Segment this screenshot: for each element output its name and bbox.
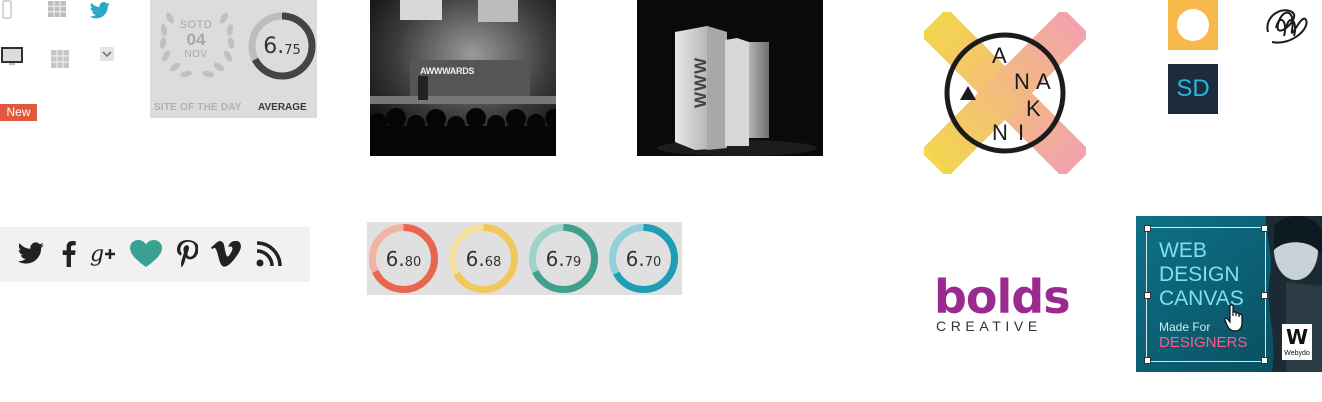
triangle-icon <box>960 86 976 100</box>
web-design-canvas-banner[interactable]: WEB DESIGN CANVAS Made For DESIGNERS W W… <box>1136 216 1322 372</box>
hand-cursor-icon <box>1224 304 1243 332</box>
new-badge: New <box>0 104 37 121</box>
sotd-month: NOV <box>184 49 208 60</box>
average-score-ring: 6. 75 <box>247 11 317 81</box>
grid-icon[interactable] <box>47 0 67 18</box>
score-rings-strip: 6. 80 6. 68 6. 79 6. 70 <box>367 222 682 295</box>
webydo-name: Webydo <box>1284 350 1310 357</box>
score-value: 6. 68 <box>465 246 502 271</box>
site-of-the-day-caption: SITE OF THE DAY <box>154 102 242 113</box>
trophy-text: WWW <box>691 56 710 108</box>
social-share-bar: g <box>0 227 310 282</box>
score-ring-creativity[interactable]: 6. 79 <box>527 222 600 295</box>
sotd-day: 04 <box>186 30 206 49</box>
signature-logo[interactable] <box>1262 2 1314 50</box>
resize-handle[interactable] <box>1144 357 1151 364</box>
score-value: 6. 70 <box>625 246 662 271</box>
stage-banner-text: AWWWARDS <box>420 66 475 76</box>
vimeo-icon[interactable] <box>209 237 243 271</box>
heart-icon[interactable] <box>129 237 163 271</box>
anakni-letter-3: A <box>1036 69 1051 94</box>
google-plus-icon[interactable]: g <box>88 237 122 271</box>
awwwards-trophy-photo[interactable]: WWW <box>637 0 823 156</box>
average-score-value: 6. 75 <box>263 33 301 59</box>
webydo-logo: W Webydo <box>1282 324 1312 360</box>
sd-logo[interactable]: SD <box>1168 64 1218 114</box>
svg-text:g: g <box>90 242 104 267</box>
bolds-creative-logo[interactable]: bolds CREATIVE <box>934 274 1074 334</box>
anakni-logo[interactable]: A N A K N I <box>920 8 1090 178</box>
anakni-letter-5: N <box>992 120 1008 145</box>
anakni-letter-4: K <box>1026 96 1041 121</box>
score-ring-content[interactable]: 6. 70 <box>607 222 680 295</box>
score-ring-design[interactable]: 6. 80 <box>367 222 440 295</box>
bolds-subtitle: CREATIVE <box>936 318 1042 334</box>
anakni-letter-2: N <box>1014 69 1030 94</box>
pinterest-icon[interactable] <box>170 237 204 271</box>
chevron-down-icon[interactable] <box>100 47 114 61</box>
average-caption: AVERAGE <box>258 102 307 113</box>
banner-line-2: DESIGN <box>1159 263 1240 286</box>
anakni-letter-1: A <box>992 43 1007 68</box>
banner-line-1: WEB <box>1159 239 1207 262</box>
resize-handle[interactable] <box>1144 225 1151 232</box>
twitter-icon[interactable] <box>88 0 112 22</box>
sotd-date: SOTD 04 NOV <box>174 19 218 61</box>
phone-icon[interactable] <box>0 0 14 20</box>
resize-handle[interactable] <box>1261 225 1268 232</box>
made-for-label: Made For <box>1159 320 1211 334</box>
score-ring-usability[interactable]: 6. 68 <box>447 222 520 295</box>
site-of-the-day-card[interactable]: SOTD 04 NOV 6. 75 SITE OF THE DAY AVERAGE <box>150 0 317 118</box>
anakni-letter-6: I <box>1018 120 1025 145</box>
circle-icon <box>1177 9 1209 41</box>
orange-circle-logo[interactable] <box>1168 0 1218 50</box>
resize-handle[interactable] <box>1261 292 1268 299</box>
grid-icon[interactable] <box>50 50 70 68</box>
score-value: 6. 79 <box>545 246 582 271</box>
rss-icon[interactable] <box>252 237 286 271</box>
awwwards-stage-photo[interactable]: AWWWARDS <box>370 0 556 156</box>
resize-handle[interactable] <box>1261 357 1268 364</box>
twitter-icon[interactable] <box>14 237 48 271</box>
desktop-icon[interactable] <box>0 46 24 68</box>
resize-handle[interactable] <box>1144 292 1151 299</box>
score-value: 6. 80 <box>385 246 422 271</box>
designers-label: DESIGNERS <box>1159 334 1248 351</box>
bolds-wordmark: bolds <box>934 270 1071 324</box>
facebook-icon[interactable] <box>52 237 86 271</box>
webydo-mark: W <box>1285 325 1309 349</box>
